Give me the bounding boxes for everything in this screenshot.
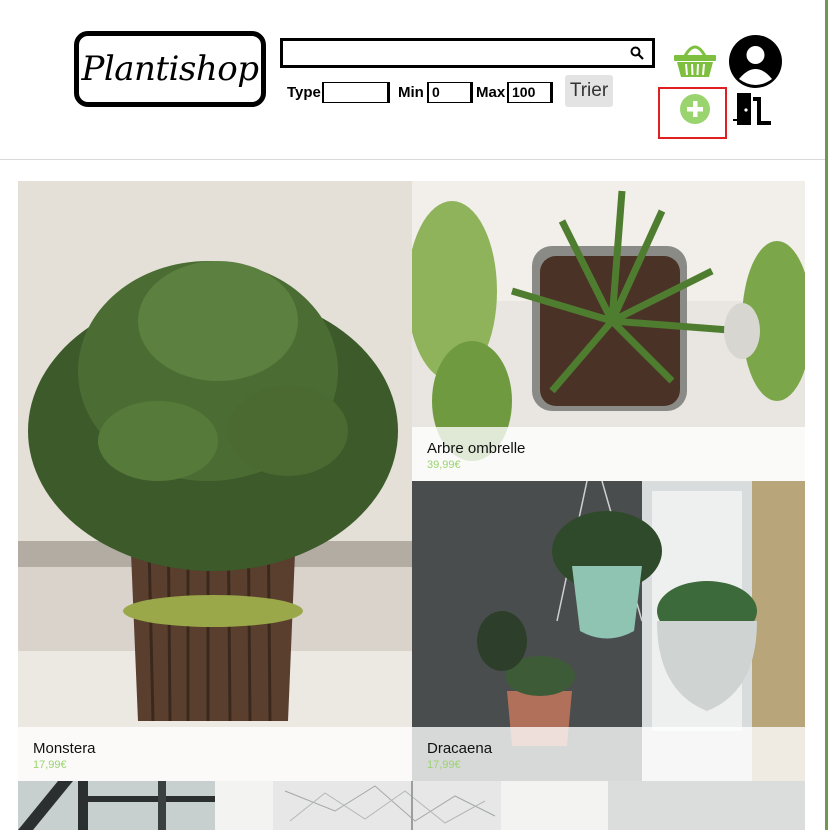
product-name[interactable]: Arbre ombrelle [427,440,805,457]
product-card-monstera[interactable]: Monstera 17,99€ [18,181,412,781]
product-price: 17,99€ [33,759,67,771]
product-image-monstera [18,181,412,781]
sort-button[interactable]: Trier [565,75,613,107]
type-field[interactable] [322,82,390,103]
logo-text: Plantishop [81,49,259,89]
min-field[interactable]: 0 [427,82,473,103]
search-icon[interactable] [630,46,644,60]
product-price: 17,99€ [427,759,461,771]
product-caption: Dracaena 17,99€ [412,727,805,781]
product-card-arbre-ombrelle[interactable]: Arbre ombrelle 39,99€ [412,181,805,481]
min-label: Min [398,84,424,101]
product-image-partial [18,781,215,830]
product-caption: Monstera 17,99€ [18,727,412,781]
product-image-partial [215,781,608,830]
product-caption: Arbre ombrelle 39,99€ [412,427,805,481]
product-name[interactable]: Monstera [33,740,412,757]
product-price: 39,99€ [427,459,461,471]
user-avatar-icon[interactable] [729,35,782,88]
logout-door-icon[interactable] [733,93,771,125]
type-label: Type [287,84,321,101]
product-card-partial[interactable] [608,781,805,830]
max-label: Max [476,84,506,101]
product-card-dracaena[interactable]: Dracaena 17,99€ [412,481,805,781]
max-field[interactable]: 100 [507,82,553,103]
site-header: Plantishop Type Min 0 Max 100 Trier [0,0,825,160]
product-card-partial[interactable] [215,781,608,830]
product-name[interactable]: Dracaena [427,740,805,757]
basket-icon[interactable] [673,40,717,78]
search-input[interactable] [280,38,655,68]
add-plus-icon[interactable] [680,94,710,124]
site-logo[interactable]: Plantishop [74,31,266,107]
product-card-partial[interactable] [18,781,215,830]
product-image-partial [608,781,805,830]
